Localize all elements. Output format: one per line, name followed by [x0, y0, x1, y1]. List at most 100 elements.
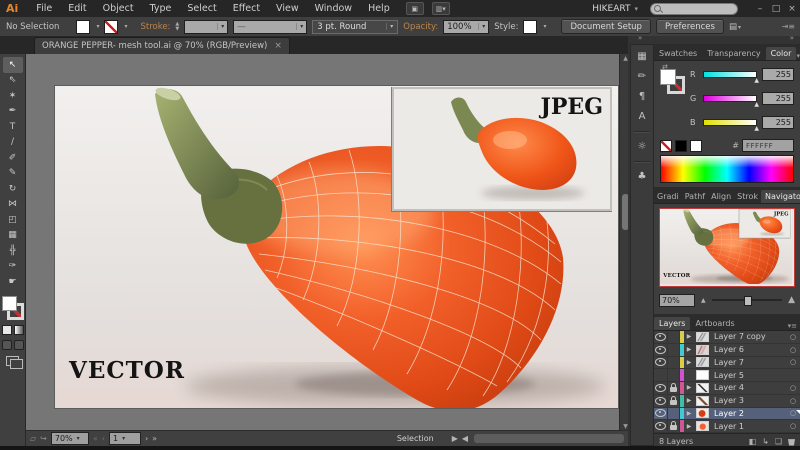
- expand-arrow-icon[interactable]: ▶: [684, 423, 694, 430]
- new-layer-icon[interactable]: ❏: [775, 437, 782, 446]
- eyedropper-tool[interactable]: ✑: [3, 259, 23, 275]
- zoom-slider-thumb[interactable]: [744, 296, 752, 306]
- artboard-number-field[interactable]: 1▾: [109, 432, 141, 445]
- layer-name[interactable]: Layer 7: [710, 358, 786, 367]
- expand-arrow-icon[interactable]: ▶: [684, 346, 694, 353]
- opacity-panel-link[interactable]: Opacity:: [403, 22, 438, 32]
- navigator-proxy-view[interactable]: [659, 208, 795, 287]
- minimize-button[interactable]: –: [752, 4, 768, 14]
- canvas-pasteboard[interactable]: VECTOR JPEG: [26, 54, 619, 430]
- last-artboard-icon[interactable]: »: [152, 434, 157, 443]
- perspective-grid-tool[interactable]: ▦: [3, 228, 23, 244]
- menu-view[interactable]: View: [268, 3, 307, 14]
- lock-toggle[interactable]: [668, 395, 680, 407]
- visibility-toggle[interactable]: [654, 357, 668, 369]
- menu-type[interactable]: Type: [142, 3, 180, 14]
- new-sublayer-icon[interactable]: ↳: [762, 437, 769, 446]
- menu-select[interactable]: Select: [179, 3, 224, 14]
- visibility-toggle[interactable]: [654, 331, 668, 343]
- hex-value-field[interactable]: FFFFFF: [742, 139, 794, 152]
- free-transform-tool[interactable]: ◰: [3, 212, 23, 228]
- rotate-tool[interactable]: ↻: [3, 181, 23, 197]
- expand-arrow-icon[interactable]: ▶: [684, 410, 694, 417]
- visibility-toggle[interactable]: [654, 369, 668, 381]
- tab-transparency[interactable]: Transparency: [702, 47, 765, 60]
- line-tool[interactable]: ∕: [3, 135, 23, 151]
- brushes-dock-icon[interactable]: ✏: [638, 71, 646, 82]
- artboard-image[interactable]: VECTOR JPEG: [55, 86, 618, 408]
- tab-color[interactable]: Color: [766, 47, 797, 60]
- layer-thumbnail[interactable]: [696, 421, 709, 431]
- layer-row-selected[interactable]: ▶ Layer 2 ○: [654, 408, 800, 421]
- target-circle-icon[interactable]: ○: [786, 346, 800, 354]
- stroke-swatch[interactable]: [104, 20, 118, 34]
- navigator-zoom-field[interactable]: 70%: [659, 294, 695, 307]
- target-circle-icon[interactable]: ○: [786, 358, 800, 366]
- layer-row[interactable]: Layer 5: [654, 369, 800, 382]
- layer-row[interactable]: ▶ Layer 6 ○: [654, 344, 800, 357]
- color-spectrum[interactable]: [660, 155, 794, 183]
- delete-layer-icon[interactable]: [788, 438, 795, 446]
- opacity-field[interactable]: 100%▾: [443, 20, 489, 34]
- visibility-toggle[interactable]: [654, 395, 668, 407]
- collapse-control-bar-icon[interactable]: ⇥≡: [782, 22, 795, 31]
- expand-arrow-icon[interactable]: ▶: [684, 397, 694, 404]
- status-left-icon-2[interactable]: ↪: [40, 434, 47, 443]
- red-value-field[interactable]: 255: [762, 68, 794, 81]
- navigator-zoom-slider[interactable]: [712, 299, 782, 301]
- color-panel-menu-icon[interactable]: ▾≡: [796, 52, 800, 60]
- style-swatch[interactable]: [523, 20, 537, 34]
- layer-name[interactable]: Layer 4: [710, 383, 786, 392]
- bridge-icon[interactable]: ▣: [406, 2, 424, 15]
- document-tab[interactable]: ORANGE PEPPER- mesh tool.ai @ 70% (RGB/P…: [34, 37, 290, 54]
- character-styles-dock-icon[interactable]: A: [639, 111, 646, 122]
- lock-toggle[interactable]: [668, 357, 680, 369]
- white-swatch[interactable]: [690, 140, 702, 152]
- search-input[interactable]: [650, 3, 738, 15]
- menu-help[interactable]: Help: [360, 3, 398, 14]
- width-profile-select[interactable]: —▾: [233, 20, 307, 34]
- horizontal-scroll-thumb[interactable]: [474, 434, 624, 443]
- menu-file[interactable]: File: [28, 3, 60, 14]
- fill-dropdown-icon[interactable]: ▾: [96, 23, 99, 30]
- stroke-weight-stepper[interactable]: ▲▼: [175, 22, 179, 32]
- fill-stroke-widget[interactable]: [2, 296, 24, 320]
- layer-name[interactable]: Layer 5: [710, 371, 786, 380]
- type-tool[interactable]: T: [3, 119, 23, 135]
- expand-arrow-icon[interactable]: ▶: [684, 384, 694, 391]
- screen-mode-button[interactable]: [6, 356, 19, 366]
- workspace-switcher[interactable]: HIKEART: [592, 4, 630, 14]
- stroke-panel-link[interactable]: Stroke:: [140, 22, 170, 32]
- lock-toggle[interactable]: [668, 420, 680, 432]
- tab-gradient[interactable]: Gradi: [654, 190, 682, 203]
- target-circle-icon[interactable]: ○: [786, 422, 800, 430]
- layer-row[interactable]: ▶ Layer 7 copy ○: [654, 331, 800, 344]
- green-value-field[interactable]: 255: [762, 92, 794, 105]
- pen-tool[interactable]: ✒: [3, 104, 23, 120]
- mesh-tool[interactable]: ╬: [3, 243, 23, 259]
- panel-fill-indicator[interactable]: [660, 69, 676, 85]
- layer-name[interactable]: Layer 7 copy: [710, 332, 786, 341]
- layer-name[interactable]: Layer 2: [710, 409, 786, 418]
- direct-selection-tool[interactable]: ⇖: [3, 73, 23, 89]
- first-artboard-icon[interactable]: «: [93, 434, 98, 443]
- visibility-toggle[interactable]: [654, 408, 668, 420]
- pencil-tool[interactable]: ✎: [3, 166, 23, 182]
- fill-color-indicator[interactable]: [2, 296, 17, 311]
- stroke-weight-field[interactable]: ▾: [184, 20, 228, 34]
- layer-thumbnail[interactable]: [696, 370, 709, 380]
- arrange-documents-icon[interactable]: ▥▾: [432, 2, 450, 15]
- preferences-button[interactable]: Preferences: [656, 19, 724, 34]
- black-swatch[interactable]: [675, 140, 687, 152]
- menu-object[interactable]: Object: [95, 3, 142, 14]
- tab-artboards[interactable]: Artboards: [690, 317, 739, 330]
- layer-name[interactable]: Layer 6: [710, 345, 786, 354]
- panel-fill-stroke-widget[interactable]: ⇄: [660, 69, 684, 95]
- gradient-mode-button[interactable]: [14, 325, 24, 335]
- tab-navigator[interactable]: Navigator: [761, 190, 800, 203]
- visibility-toggle[interactable]: [654, 344, 668, 356]
- document-setup-button[interactable]: Document Setup: [561, 19, 650, 34]
- swatches-dock-icon[interactable]: ▦: [637, 51, 646, 62]
- next-artboard-icon[interactable]: ›: [145, 434, 148, 443]
- style-dropdown-icon[interactable]: ▾: [543, 23, 546, 30]
